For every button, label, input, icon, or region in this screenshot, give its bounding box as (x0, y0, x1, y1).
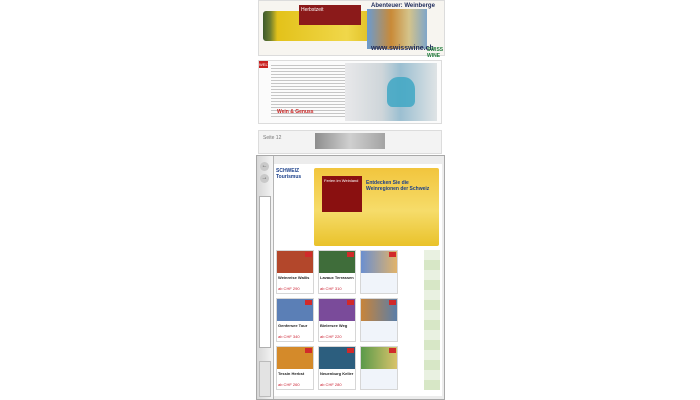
ad-logo: SWISS WINE (427, 47, 444, 59)
offer-tag (305, 348, 312, 353)
strip-image (315, 133, 385, 149)
offer-card[interactable]: Bielersee Weg ab CHF 220 (318, 298, 356, 342)
offer-tag (305, 300, 312, 305)
offer-card[interactable]: Neuenburg Keller ab CHF 280 (318, 346, 356, 390)
offer-card[interactable]: Lavaux Terrassen ab CHF 310 (318, 250, 356, 294)
offer-card[interactable] (360, 250, 398, 294)
strip-text: Seite 12 (263, 135, 282, 141)
offer-price: ab CHF 290 (278, 286, 300, 291)
page-strip: Seite 12 (258, 130, 442, 154)
article-page: WELT Wein & Genuss (258, 60, 442, 124)
article-brand-badge: WELT (259, 61, 270, 68)
ad-photo-strip (367, 9, 427, 49)
ad-red-box: Herbstzeit (299, 5, 361, 25)
offer-card[interactable] (360, 298, 398, 342)
offer-price: ab CHF 340 (278, 334, 300, 339)
offer-tag (305, 252, 312, 257)
offer-card[interactable]: Weinreise Wallis ab CHF 290 (276, 250, 314, 294)
offer-price: ab CHF 260 (278, 382, 300, 387)
offer-card[interactable] (360, 346, 398, 390)
offer-tag (347, 252, 354, 257)
address-bar[interactable] (259, 196, 271, 348)
offer-price: ab CHF 220 (320, 334, 342, 339)
browser-window: ← → SCHWEIZ Tourismus Ferien im Weinland… (256, 155, 445, 400)
offer-tag (347, 348, 354, 353)
forward-arrow-icon[interactable]: → (260, 174, 269, 183)
ad-headline: Abenteuer: Weinberge (371, 3, 435, 9)
ad-url[interactable]: www.swisswine.ch (371, 45, 434, 52)
back-arrow-icon[interactable]: ← (260, 162, 269, 171)
side-decoration (424, 250, 440, 390)
hero-claim: Entdecken Sie die Weinregionen der Schwe… (366, 180, 430, 192)
offer-title: Tessin Herbst (278, 371, 305, 376)
offer-price: ab CHF 310 (320, 286, 342, 291)
offer-title: Genfersee Tour (278, 323, 308, 328)
person-figure-image (387, 77, 415, 107)
hero-banner[interactable]: Ferien im Weinland Entdecken Sie die Wei… (314, 168, 439, 246)
website-content: SCHWEIZ Tourismus Ferien im Weinland Ent… (274, 164, 442, 396)
offer-card[interactable]: Genfersee Tour ab CHF 340 (276, 298, 314, 342)
offer-tag (389, 348, 396, 353)
browser-toolbar: ← → (257, 156, 274, 399)
status-bar (259, 361, 271, 397)
offer-title: Lavaux Terrassen (320, 275, 354, 280)
hero-red-box: Ferien im Weinland (322, 176, 362, 212)
article-heading: Wein & Genuss (277, 109, 314, 115)
offer-title: Weinreise Wallis (278, 275, 310, 280)
offer-title: Bielersee Weg (320, 323, 348, 328)
site-logo[interactable]: SCHWEIZ Tourismus (276, 168, 310, 186)
offer-tag (389, 252, 396, 257)
magazine-ad-page: Herbstzeit Abenteuer: Weinberge www.swis… (258, 0, 445, 59)
offer-price: ab CHF 280 (320, 382, 342, 387)
offer-tag (389, 300, 396, 305)
offer-tag (347, 300, 354, 305)
offer-title: Neuenburg Keller (320, 371, 354, 376)
offer-card[interactable]: Tessin Herbst ab CHF 260 (276, 346, 314, 390)
